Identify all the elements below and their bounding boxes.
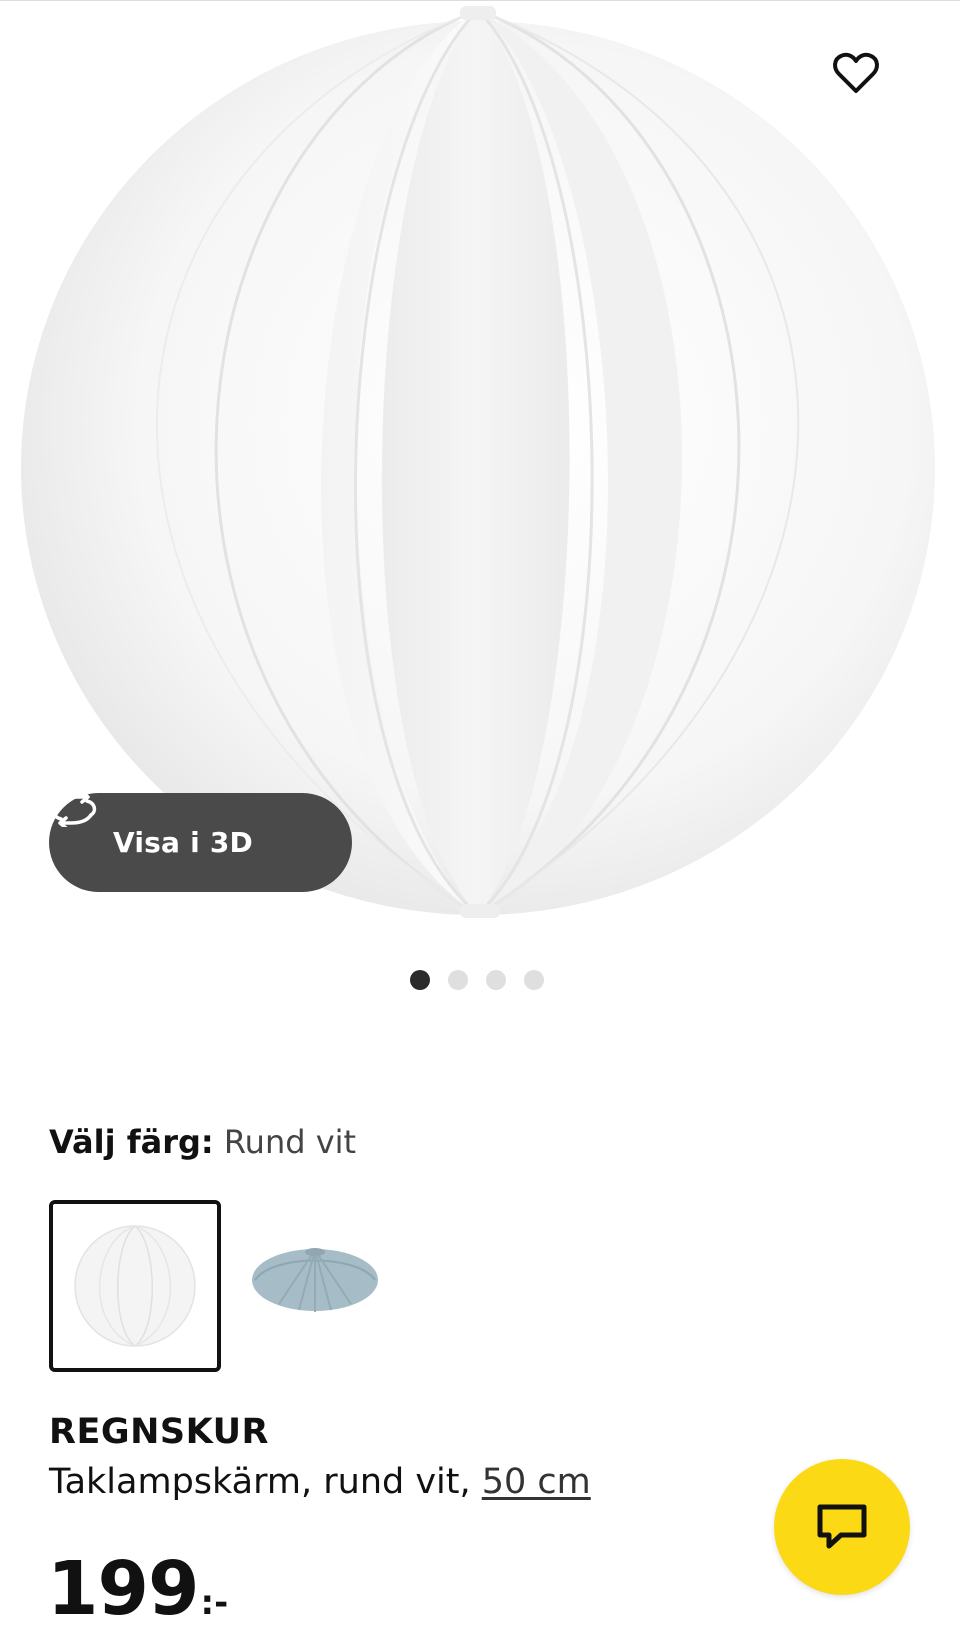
view-in-3d-label: Visa i 3D [113, 826, 253, 859]
rotate-3d-icon [51, 793, 97, 827]
heart-icon [833, 52, 879, 93]
round-white-shade-thumbnail [74, 1225, 196, 1347]
carousel-dot-1[interactable] [410, 970, 430, 990]
size-link[interactable]: 50 cm [482, 1462, 591, 1502]
product-name: REGNSKUR [49, 1412, 269, 1452]
image-carousel-indicator[interactable] [410, 970, 544, 990]
carousel-dot-3[interactable] [486, 970, 506, 990]
color-label-key: Välj färg: [49, 1123, 214, 1161]
chat-button[interactable] [774, 1459, 910, 1595]
color-selector-label: Välj färg: Rund vit [49, 1123, 356, 1161]
chat-icon [817, 1504, 867, 1549]
favorite-button[interactable] [833, 52, 893, 112]
lamp-shade-photo [21, 6, 935, 918]
carousel-dot-2[interactable] [448, 970, 468, 990]
product-description: Taklampskärm, rund vit, 50 cm [49, 1462, 591, 1502]
color-swatch-round-white[interactable] [49, 1200, 221, 1372]
product-image[interactable]: Visa i 3D [0, 0, 960, 930]
price-amount: 199 [47, 1546, 199, 1627]
view-in-3d-button[interactable]: Visa i 3D [49, 793, 352, 892]
blue-shade-thumbnail [252, 1248, 378, 1312]
color-swatch-blue[interactable] [243, 1200, 415, 1372]
carousel-dot-4[interactable] [524, 970, 544, 990]
product-description-text: Taklampskärm, rund vit, [49, 1462, 482, 1502]
product-price: 199 :- [47, 1546, 228, 1627]
color-label-value: Rund vit [223, 1123, 357, 1161]
price-suffix: :- [200, 1583, 229, 1623]
